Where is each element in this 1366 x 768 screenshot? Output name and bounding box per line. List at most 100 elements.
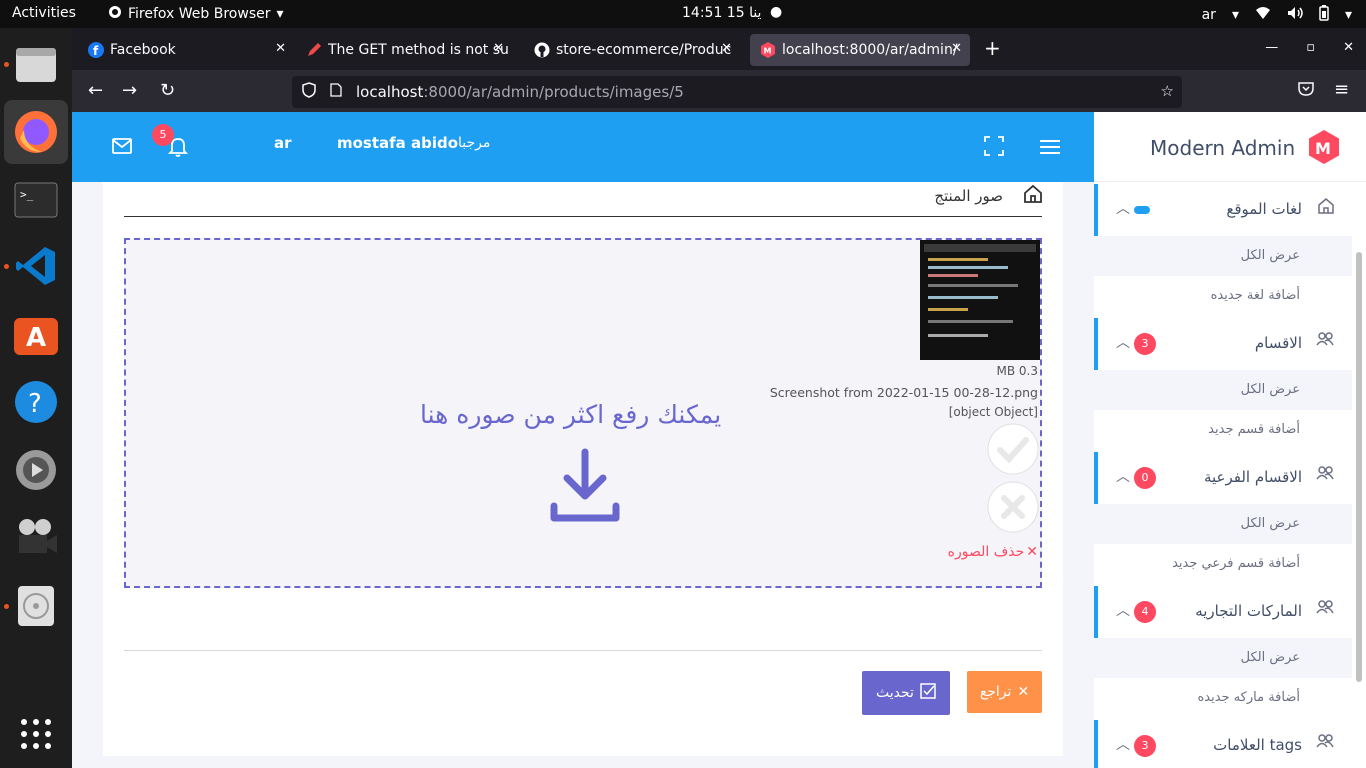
close-icon[interactable]: ✕ <box>493 41 504 56</box>
menu-label: الاقسام الفرعية <box>1203 468 1302 486</box>
chevron-up-icon: ︿ <box>1116 737 1130 753</box>
clock[interactable]: 14:51 15 ينا <box>682 5 761 21</box>
menu-tags[interactable]: ︿ 3 العلامات tags <box>1094 720 1352 768</box>
minimize-button[interactable]: — <box>1265 40 1278 55</box>
menu-badge: 4 <box>1134 601 1156 623</box>
users-icon <box>1316 332 1334 350</box>
menu-categories[interactable]: ︿ 3 الاقسام <box>1094 318 1352 370</box>
submenu-add-category[interactable]: أضافة قسم جديد <box>1094 410 1352 450</box>
back-button[interactable]: تراجع ✕ <box>967 671 1042 713</box>
maximize-button[interactable]: ▫ <box>1306 40 1315 55</box>
submenu-view-all[interactable]: عرض الكل <box>1094 638 1352 678</box>
submenu-label: أضافة لغة جديده <box>1210 288 1300 303</box>
menu-languages[interactable]: ︿ لغات الموقع <box>1094 184 1352 236</box>
shield-icon[interactable] <box>302 82 316 102</box>
submenu-add-language[interactable]: أضافة لغة جديده <box>1094 276 1352 316</box>
chevron-up-icon: ︿ <box>1116 335 1130 351</box>
disc-icon[interactable] <box>4 574 68 638</box>
menu-label: لغات الموقع <box>1226 200 1302 218</box>
top-header: 5 ar mostafa abido مرجبا <box>72 112 1094 182</box>
success-mark-icon <box>986 422 1040 480</box>
home-icon <box>1023 184 1043 208</box>
close-icon[interactable]: ✕ <box>721 41 732 56</box>
error-mark-icon <box>986 480 1040 538</box>
firefox-icon[interactable] <box>4 100 68 164</box>
app-menu[interactable]: Firefox Web Browser ▾ <box>108 5 284 23</box>
back-icon[interactable]: ← <box>88 80 103 101</box>
pocket-icon[interactable] <box>1298 81 1314 100</box>
x-icon: ✕ <box>1017 684 1030 700</box>
file-size: MB 0.3 <box>996 364 1038 378</box>
app-name: Firefox Web Browser <box>128 6 271 22</box>
users-icon <box>1316 734 1334 752</box>
system-top-bar: Activities Firefox Web Browser ▾ 14:51 1… <box>0 0 1366 28</box>
settings-icon[interactable] <box>4 438 68 502</box>
media-icon[interactable] <box>4 506 68 570</box>
keyboard-lang[interactable]: ar <box>1202 7 1216 23</box>
bookmark-star-icon[interactable]: ☆ <box>1161 82 1174 100</box>
svg-text:M: M <box>764 47 772 56</box>
tab-github[interactable]: store-ecommerce/Produc ✕ <box>524 34 740 66</box>
menu-badge <box>1134 206 1150 214</box>
software-center-icon[interactable]: A <box>4 302 68 366</box>
remove-file-link[interactable]: حذف الصوره ✕ <box>948 544 1038 560</box>
volume-icon <box>1287 6 1303 24</box>
image-dropzone[interactable]: MB 0.3 Screenshot from 2022-01-15 00-28-… <box>124 238 1042 588</box>
vscode-icon[interactable] <box>4 234 68 298</box>
update-label: تحديث <box>876 685 914 701</box>
close-icon[interactable]: ✕ <box>951 41 962 56</box>
actions-divider <box>124 650 1042 651</box>
tab-get-method[interactable]: The GET method is not sup ✕ <box>296 34 512 66</box>
brand-title: Modern Admin <box>1150 136 1296 160</box>
language-switch[interactable]: ar <box>274 134 292 152</box>
svg-text:?: ? <box>28 389 42 419</box>
greeting: مرجبا <box>458 135 491 151</box>
submenu-view-all[interactable]: عرض الكل <box>1094 504 1352 544</box>
user-name[interactable]: mostafa abido <box>337 134 458 152</box>
url-bar[interactable]: localhost :8000/ar/admin/products/images… <box>292 76 1182 108</box>
system-tray[interactable]: ar ▾ ▾ <box>1202 5 1352 25</box>
submenu-label: عرض الكل <box>1240 382 1300 397</box>
notification-badge: 5 <box>152 124 174 146</box>
terminal-icon[interactable]: >_ <box>4 168 68 232</box>
remove-label: حذف الصوره <box>947 544 1025 560</box>
submenu-view-all[interactable]: عرض الكل <box>1094 236 1352 276</box>
submenu-add-brand[interactable]: أضافة ماركه جديده <box>1094 678 1352 718</box>
back-label: تراجع <box>979 684 1012 700</box>
app-grid-icon[interactable] <box>4 702 68 766</box>
submenu-add-subcategory[interactable]: أضافة قسم فرعي جديد <box>1094 544 1352 584</box>
reload-icon[interactable]: ↻ <box>160 80 175 101</box>
tab-facebook[interactable]: f Facebook ✕ <box>78 34 294 66</box>
tab-localhost[interactable]: M localhost:8000/ar/admin/ ✕ <box>750 34 970 66</box>
close-icon[interactable]: ✕ <box>275 41 286 56</box>
title-divider <box>124 216 1042 217</box>
firefox-small-icon <box>108 5 122 23</box>
menu-brands[interactable]: ︿ 4 الماركات التجاريه <box>1094 586 1352 638</box>
close-window-button[interactable]: ✕ <box>1343 40 1354 55</box>
update-button[interactable]: تحديث <box>862 671 950 715</box>
facebook-icon: f <box>88 42 104 58</box>
fullscreen-icon[interactable] <box>984 136 1004 160</box>
brand-logo-icon: M <box>1308 130 1340 168</box>
submenu-label: أضافة ماركه جديده <box>1197 690 1300 705</box>
files-icon[interactable] <box>4 32 68 96</box>
brand[interactable]: Modern Admin M <box>1094 112 1366 182</box>
battery-icon <box>1319 5 1329 25</box>
hamburger-icon[interactable] <box>1040 139 1060 159</box>
submenu-label: عرض الكل <box>1240 650 1300 665</box>
menu-subcategories[interactable]: ︿ 0 الاقسام الفرعية <box>1094 452 1352 504</box>
help-icon[interactable]: ? <box>4 370 68 434</box>
forward-icon[interactable]: → <box>122 80 137 101</box>
menu-badge: 0 <box>1134 467 1156 489</box>
new-tab-button[interactable]: + <box>984 36 1001 60</box>
menu-icon[interactable]: ≡ <box>1334 79 1349 100</box>
activities-button[interactable]: Activities <box>12 5 76 21</box>
menu-label: الاقسام <box>1254 334 1302 352</box>
submenu-view-all[interactable]: عرض الكل <box>1094 370 1352 410</box>
sidebar: Modern Admin M ︿ لغات الموقع عرض الكل أض… <box>1094 112 1366 768</box>
mail-icon[interactable] <box>112 138 132 158</box>
sidebar-scrollbar[interactable] <box>1356 252 1362 682</box>
nav-bar: ← → ↻ localhost :8000/ar/admin/products/… <box>72 70 1366 112</box>
submenu-label: أضافة قسم فرعي جديد <box>1172 556 1300 571</box>
tab-label: The GET method is not sup <box>328 42 508 58</box>
